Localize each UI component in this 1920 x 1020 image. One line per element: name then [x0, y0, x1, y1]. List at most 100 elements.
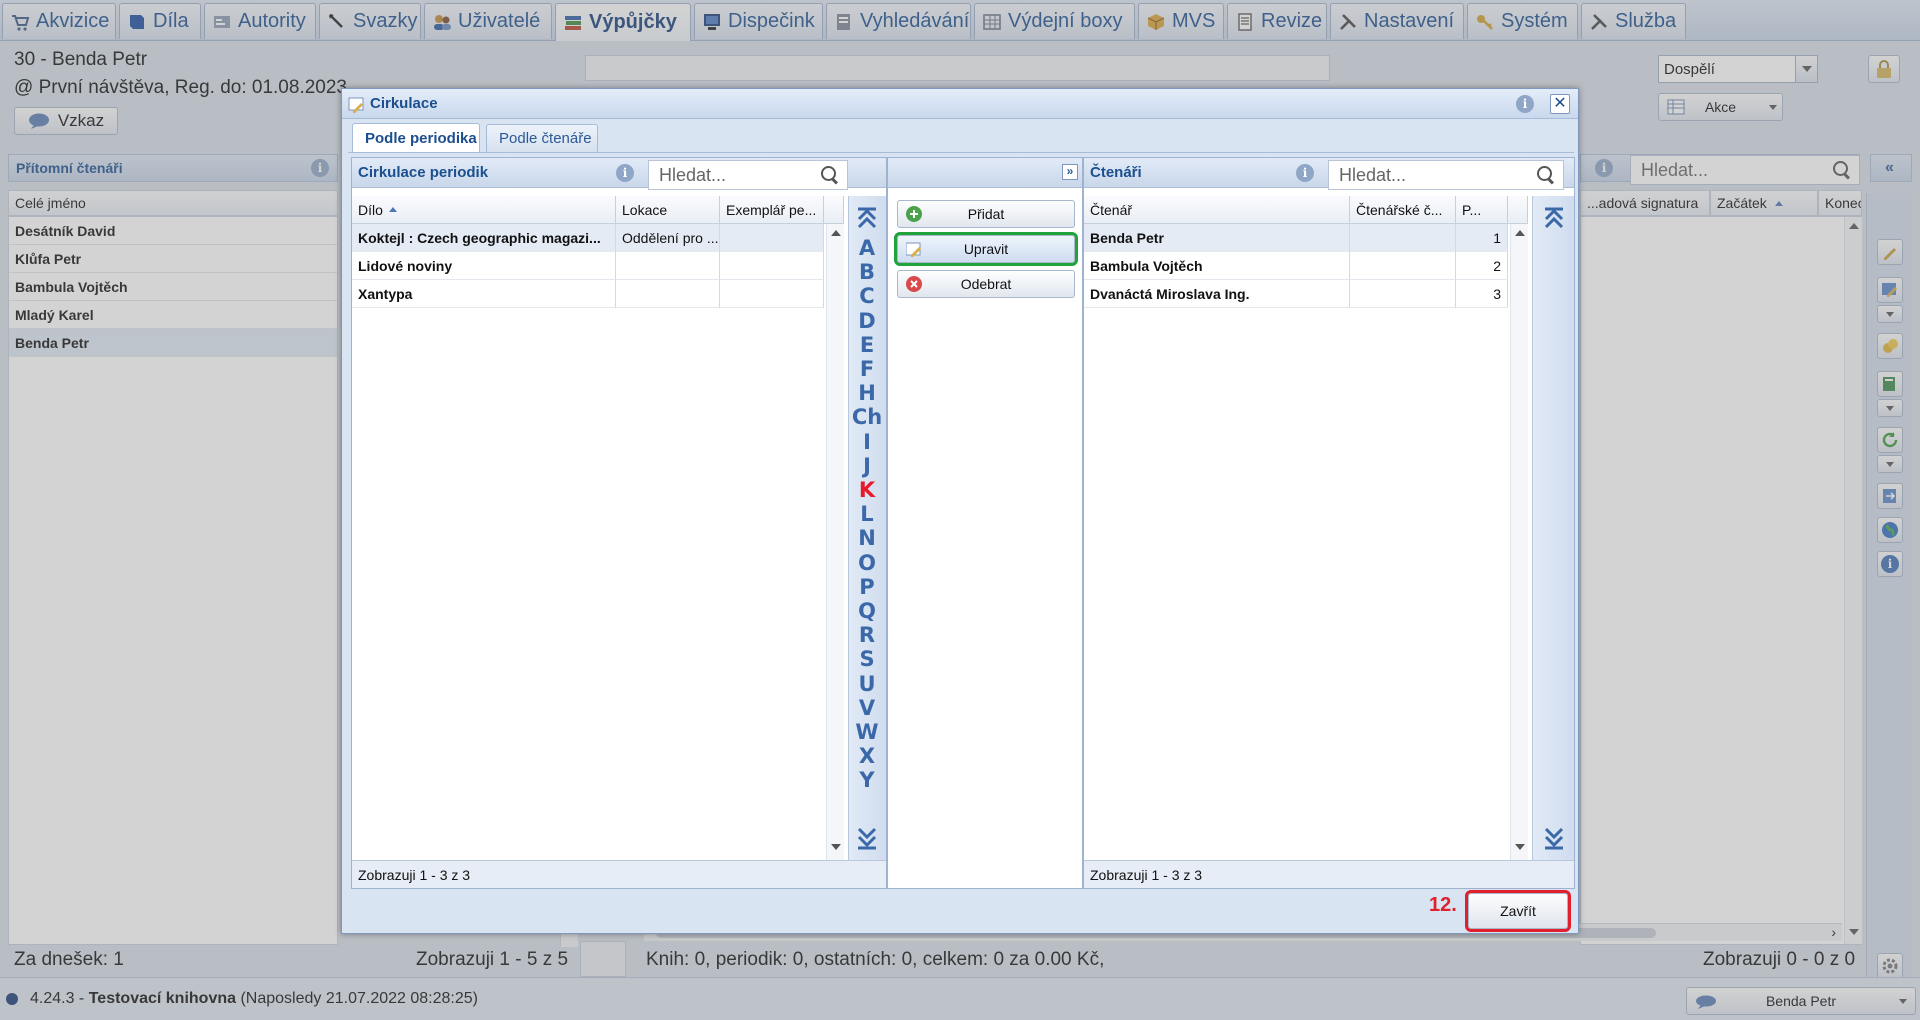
tab-by-periodical[interactable]: Podle periodika	[352, 123, 480, 153]
readers-grid-footer: Zobrazuji 1 - 3 z 3	[1084, 860, 1574, 888]
alphabet-letter[interactable]: O	[849, 551, 885, 575]
table-cell[interactable]	[720, 252, 824, 280]
column-filler	[1508, 196, 1528, 224]
alphabet-letter[interactable]: B	[849, 260, 885, 284]
periodical-circulation-grid: Cirkulace periodik i Hledat... Dílo Loka…	[351, 157, 887, 889]
alphabet-letter[interactable]: H	[849, 381, 885, 405]
table-cell[interactable]	[1350, 224, 1456, 252]
table-row[interactable]: Koktejl : Czech geographic magazi...	[352, 224, 616, 252]
work-column-header[interactable]: Dílo	[352, 196, 616, 224]
order-column-header[interactable]: P...	[1456, 196, 1508, 224]
readers-grid-scrollbar[interactable]	[1510, 224, 1528, 860]
readers-grid-title: Čtenáři	[1090, 164, 1142, 181]
table-row[interactable]: Bambula Vojtěch	[1084, 252, 1350, 280]
table-row[interactable]: Dvanáctá Miroslava Ing.	[1084, 280, 1350, 308]
remove-button[interactable]: Odebrat	[897, 270, 1075, 298]
alphabet-letter[interactable]: D	[849, 309, 885, 333]
alphabet-letter[interactable]: E	[849, 333, 885, 357]
close-icon[interactable]: ✕	[1550, 94, 1570, 114]
info-icon[interactable]: i	[1516, 95, 1534, 113]
table-row[interactable]: Lidové noviny	[352, 252, 616, 280]
alphabet-letter[interactable]: R	[849, 623, 885, 647]
move-to-bottom-icon[interactable]	[1541, 824, 1567, 852]
alphabet-letter[interactable]: S	[849, 647, 885, 671]
search-placeholder: Hledat...	[1339, 164, 1407, 185]
info-icon[interactable]: i	[1296, 164, 1314, 182]
periodical-search-input[interactable]: Hledat...	[648, 160, 848, 190]
table-cell[interactable]	[616, 252, 720, 280]
search-icon[interactable]	[821, 166, 839, 184]
alphabet-letter[interactable]: Ch	[849, 405, 885, 429]
periodical-grid-title: Cirkulace periodik	[358, 164, 489, 181]
add-button[interactable]: Přidat	[897, 200, 1075, 228]
circulation-dialog: Cirkulace i ✕ Podle periodika Podle čten…	[341, 88, 1579, 934]
action-column: » Přidat Upravit Odebrat	[887, 157, 1083, 889]
table-cell[interactable]: 1	[1456, 224, 1508, 252]
location-column-header[interactable]: Lokace	[616, 196, 720, 224]
edit-window-icon	[348, 96, 366, 114]
tab-by-reader[interactable]: Podle čtenáře	[486, 124, 598, 152]
order-controls	[1532, 196, 1574, 860]
alphabet-letter[interactable]: F	[849, 357, 885, 381]
dialog-titlebar[interactable]: Cirkulace i ✕	[342, 89, 1578, 119]
alphabet-letter[interactable]: A	[849, 236, 885, 260]
close-button[interactable]: Zavřít	[1465, 890, 1571, 932]
close-button-label: Zavřít	[1500, 903, 1536, 919]
alphabet-filter: A B C D E F H Ch I J K L N O P Q R S U V W X Y	[848, 196, 886, 860]
table-cell[interactable]: 2	[1456, 252, 1508, 280]
search-placeholder: Hledat...	[659, 164, 727, 185]
dialog-title: Cirkulace	[370, 95, 438, 112]
add-button-label: Přidat	[967, 206, 1005, 222]
table-cell[interactable]	[1350, 252, 1456, 280]
card-number-column-header[interactable]: Čtenářské č...	[1350, 196, 1456, 224]
move-to-top-icon[interactable]	[1541, 204, 1567, 232]
tab-label: Podle periodika	[365, 130, 477, 147]
table-cell[interactable]	[720, 280, 824, 308]
readers-search-input[interactable]: Hledat...	[1328, 160, 1564, 190]
action-column-header: »	[888, 158, 1082, 188]
alphabet-letter[interactable]: U	[849, 672, 885, 696]
sort-ascending-icon	[388, 207, 397, 212]
alphabet-letter[interactable]: J	[849, 454, 885, 478]
table-cell[interactable]	[720, 224, 824, 252]
alphabet-letter[interactable]: Y	[849, 768, 885, 792]
table-row[interactable]: Xantypa	[352, 280, 616, 308]
periodical-grid-footer: Zobrazuji 1 - 3 z 3	[352, 860, 886, 888]
alphabet-letter[interactable]: V	[849, 696, 885, 720]
work-column-label: Dílo	[358, 201, 383, 218]
column-filler	[824, 196, 844, 224]
alphabet-letter[interactable]: X	[849, 744, 885, 768]
readers-grid: Čtenáři i Hledat... Čtenář Čtenářské č..…	[1083, 157, 1575, 889]
plus-icon	[906, 206, 922, 222]
remove-icon	[906, 276, 922, 292]
alphabet-letter[interactable]: L	[849, 502, 885, 526]
periodical-pagination: Zobrazuji 1 - 3 z 3	[358, 866, 471, 883]
search-icon[interactable]	[1537, 166, 1555, 184]
info-icon[interactable]: i	[616, 164, 634, 182]
readers-pagination: Zobrazuji 1 - 3 z 3	[1090, 866, 1203, 883]
table-cell[interactable]	[1350, 280, 1456, 308]
double-chevron-up-icon[interactable]	[854, 204, 880, 232]
table-cell[interactable]: 3	[1456, 280, 1508, 308]
edit-button[interactable]: Upravit	[894, 232, 1078, 266]
alphabet-letter[interactable]: Q	[849, 599, 885, 623]
alphabet-letter[interactable]: N	[849, 526, 885, 550]
reader-column-header[interactable]: Čtenář	[1084, 196, 1350, 224]
table-cell[interactable]	[616, 280, 720, 308]
double-chevron-right-icon[interactable]: »	[1062, 164, 1078, 180]
copy-column-header[interactable]: Exemplář pe...	[720, 196, 824, 224]
alphabet-letter[interactable]: I	[849, 430, 885, 454]
edit-icon	[905, 241, 922, 257]
table-cell[interactable]: Oddělení pro ...	[616, 224, 720, 252]
alphabet-letter[interactable]: W	[849, 720, 885, 744]
double-chevron-down-icon[interactable]	[854, 824, 880, 852]
tab-divider	[348, 152, 1574, 153]
periodical-grid-scrollbar[interactable]	[826, 224, 844, 860]
remove-button-label: Odebrat	[960, 276, 1012, 292]
step-label: 12.	[1429, 894, 1457, 916]
alphabet-letter[interactable]: P	[849, 575, 885, 599]
alphabet-letter[interactable]: C	[849, 284, 885, 308]
edit-button-label: Upravit	[963, 241, 1009, 257]
table-row[interactable]: Benda Petr	[1084, 224, 1350, 252]
alphabet-letter[interactable]: K	[849, 478, 885, 502]
